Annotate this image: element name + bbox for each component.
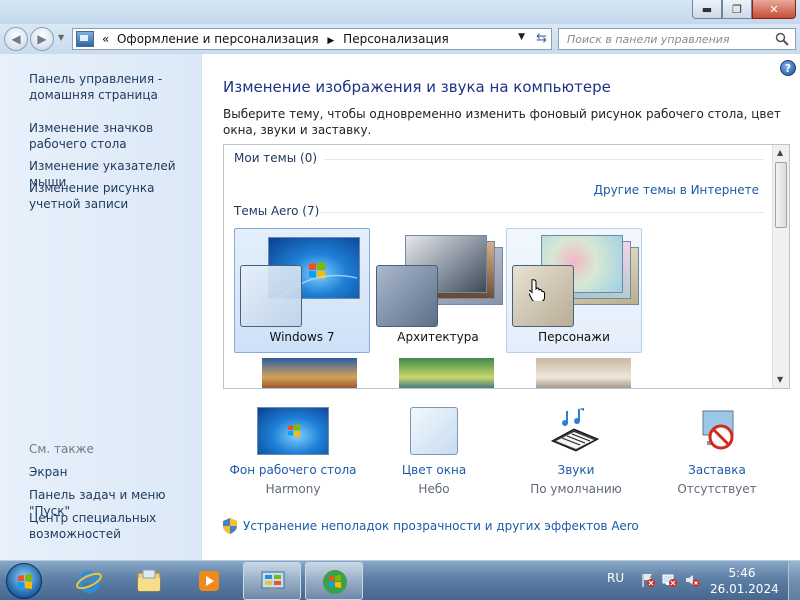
page-description: Выберите тему, чтобы одновременно измени… [223,107,781,137]
themes-scrollbar[interactable]: ▲ ▼ [772,145,789,388]
help-icon[interactable]: ? [780,60,796,76]
clock-date: 26.01.2024 [710,582,779,596]
windows-orb-icon [323,570,347,594]
troubleshoot-aero-link[interactable]: Устранение неполадок прозрачности и друг… [243,519,639,533]
window-titlebar: ▬ ❐ ✕ [0,0,800,24]
theme-name-characters: Персонажи [538,330,610,344]
window-controls: ▬ ❐ ✕ [692,0,796,19]
minimize-button[interactable]: ▬ [692,0,722,19]
option-label[interactable]: Фон рабочего стола [223,463,363,477]
option-desktop-background[interactable]: Фон рабочего стола Harmony [223,407,363,496]
search-box[interactable] [558,28,796,50]
task-pane: Панель управления - домашняя страница Из… [0,54,202,560]
option-value: Harmony [265,482,321,496]
see-also-heading: См. также [29,442,94,456]
shield-icon [223,518,237,534]
theme-tile-windows7[interactable]: Windows 7 [234,228,370,353]
option-value: Отсутствует [677,482,757,496]
maximize-icon: ❐ [732,2,742,16]
close-icon: ✕ [769,2,779,16]
back-arrow-icon: ◀ [11,32,21,46]
action-center-flag-icon[interactable] [640,572,656,588]
folder-icon [137,569,161,592]
breadcrumb-chevron[interactable]: « [102,32,109,46]
window-color-icon [410,407,458,455]
group-divider [318,212,764,213]
search-icon[interactable] [775,32,789,46]
show-desktop-button[interactable] [788,561,800,600]
theme-color-swatch [240,265,302,327]
close-button[interactable]: ✕ [752,0,796,19]
troubleshoot-row: Устранение неполадок прозрачности и друг… [223,518,639,534]
sounds-icon [540,407,612,455]
network-icon[interactable] [662,572,678,588]
theme-tile-partial[interactable] [536,358,631,388]
internet-explorer-icon [76,571,102,593]
address-bar[interactable]: « Оформление и персонализация ▶ Персонал… [72,28,552,50]
online-themes-link[interactable]: Другие темы в Интернете [594,183,759,197]
sidebar-link-ease-of-access[interactable]: Центр специальных возможностей [29,510,197,542]
recent-pages-dropdown-icon[interactable]: ▼ [58,33,64,42]
control-panel-icon [261,571,285,592]
aero-themes-heading[interactable]: Темы Aero (7) [234,204,319,218]
screensaver-icon [681,407,753,455]
sidebar-link-account-picture[interactable]: Изменение рисунка учетной записи [29,180,197,212]
desktop-background-icon [257,407,329,455]
theme-name-windows7: Windows 7 [269,330,335,344]
scroll-down-icon[interactable]: ▼ [777,375,783,384]
group-divider [324,159,764,160]
themes-list: Мои темы (0) Другие темы в Интернете Тем… [223,144,790,389]
scrollbar-thumb[interactable] [775,162,787,228]
breadcrumb-item-appearance[interactable]: Оформление и персонализация [117,32,319,46]
option-label[interactable]: Заставка [647,463,787,477]
search-input[interactable] [567,29,767,49]
forward-button[interactable]: ▶ [30,27,54,51]
windows-logo-icon [18,574,32,589]
my-themes-heading[interactable]: Мои темы (0) [234,151,317,165]
hand-cursor-icon [529,279,545,301]
clock-time: 5:46 [728,566,756,580]
refresh-icon[interactable]: ⇆ [536,31,547,46]
option-window-color[interactable]: Цвет окна Небо [364,407,504,496]
breadcrumb-item-personalization[interactable]: Персонализация [343,32,449,46]
theme-tile-partial[interactable] [399,358,494,388]
theme-tile-partial[interactable] [262,358,357,388]
back-button[interactable]: ◀ [4,27,28,51]
control-panel-icon [76,31,94,47]
sidebar-link-display[interactable]: Экран [29,464,197,480]
volume-muted-icon[interactable] [684,572,700,588]
page-title: Изменение изображения и звука на компьют… [223,78,611,96]
clock[interactable]: 5:46 26.01.2024 [710,565,779,597]
taskbar-media-player[interactable] [180,562,238,600]
theme-tile-characters[interactable]: Персонажи [506,228,642,353]
taskbar-personalization[interactable] [305,562,363,600]
option-value: Небо [418,482,450,496]
option-sounds[interactable]: Звуки По умолчанию [506,407,646,496]
sidebar-link-control-panel-home[interactable]: Панель управления - домашняя страница [29,71,197,103]
taskbar [0,560,800,600]
start-button[interactable] [6,563,42,599]
option-screensaver[interactable]: Заставка Отсутствует [647,407,787,496]
option-value: По умолчанию [530,482,622,496]
language-indicator[interactable]: RU [607,571,624,585]
theme-name-architecture: Архитектура [397,330,479,344]
scroll-up-icon[interactable]: ▲ [777,148,783,157]
address-dropdown-icon[interactable]: ▼ [518,32,525,42]
sidebar-link-desktop-icons[interactable]: Изменение значков рабочего стола [29,120,197,152]
taskbar-control-panel[interactable] [243,562,301,600]
media-player-icon [199,571,219,591]
taskbar-explorer[interactable] [120,562,178,600]
breadcrumb: « Оформление и персонализация ▶ Персонал… [102,32,449,46]
minimize-icon: ▬ [701,2,713,16]
navigation-bar: ◀ ▶ ▼ « Оформление и персонализация ▶ Пе… [0,24,800,54]
theme-color-swatch [376,265,438,327]
forward-arrow-icon: ▶ [37,32,47,46]
option-label[interactable]: Звуки [506,463,646,477]
taskbar-internet-explorer[interactable] [60,562,118,600]
breadcrumb-separator-icon[interactable]: ▶ [327,36,334,46]
option-label[interactable]: Цвет окна [364,463,504,477]
theme-tile-architecture[interactable]: Архитектура [370,228,506,353]
maximize-button[interactable]: ❐ [722,0,752,19]
